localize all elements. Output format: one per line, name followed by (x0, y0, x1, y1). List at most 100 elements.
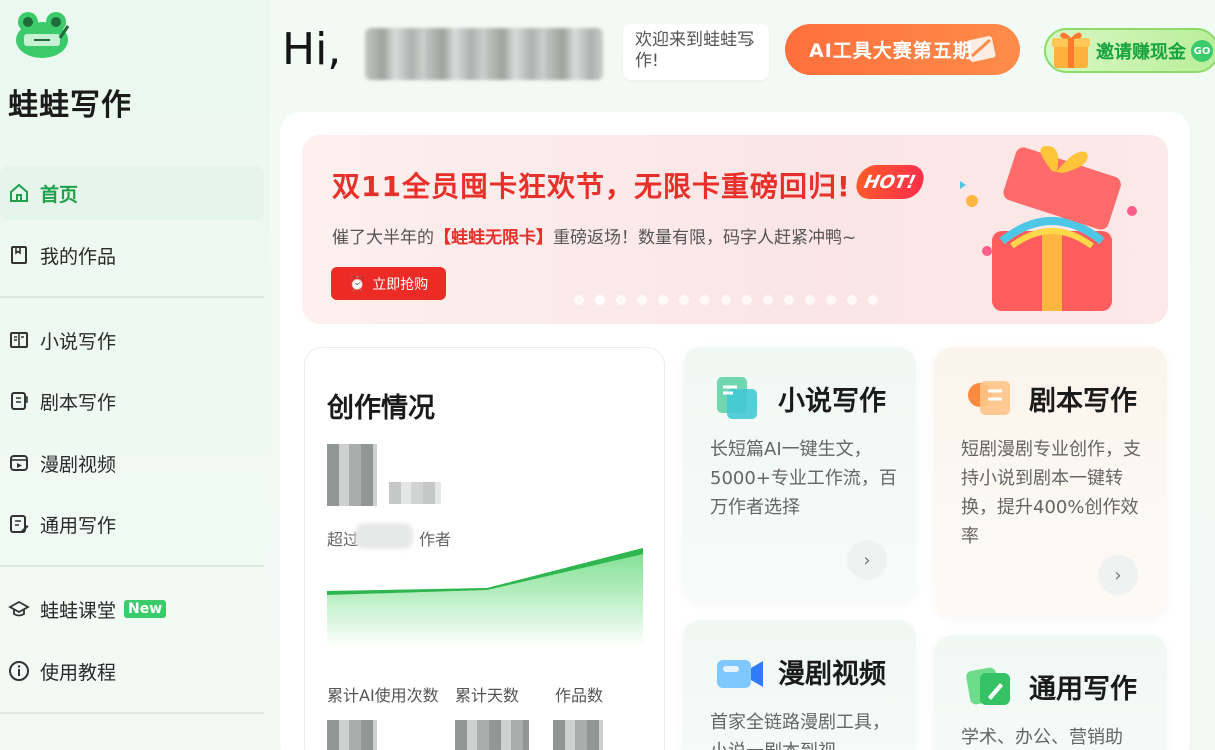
invite-label: 邀请赚现金 (1096, 41, 1186, 63)
hot-badge: HOT! (853, 165, 927, 199)
script-icon (8, 390, 30, 412)
sidebar-item-general[interactable]: 通用写作 (0, 497, 264, 551)
invite-cash-button[interactable]: 邀请赚现金 GO (1044, 28, 1215, 73)
stat-label-ai-usage: 累计AI使用次数 (327, 686, 439, 705)
sidebar-item-label: 小说写作 (40, 330, 117, 353)
pencil-ribbon-icon (966, 36, 996, 62)
pixelated-number (455, 720, 529, 750)
go-badge: GO (1191, 40, 1213, 62)
gift-box-illustration-icon (960, 146, 1137, 311)
chevron-right-icon: › (748, 32, 755, 52)
sidebar-item-label: 漫剧视频 (40, 453, 117, 476)
book-icon (8, 244, 30, 266)
stat-labels: 累计AI使用次数 累计天数 作品数 (327, 682, 647, 706)
sidebar-item-script[interactable]: 剧本写作 (0, 374, 264, 428)
sidebar-item-my-works[interactable]: 我的作品 (0, 228, 264, 282)
pixelated-number (327, 720, 377, 750)
surpass-suffix: 作者 (419, 530, 452, 549)
feature-desc: 长短篇AI一键生文，5000+专业工作流，百万作者选择 (710, 439, 897, 518)
carousel-dot[interactable] (784, 295, 794, 305)
banner-subtitle-highlight: 【蛙蛙无限卡】 (434, 228, 553, 248)
ai-contest-button[interactable]: AI工具大赛第五期 (785, 24, 1020, 75)
stats-title: 创作情况 (327, 393, 435, 424)
pixelated-number (327, 444, 377, 506)
sidebar-item-label: 首页 (40, 183, 79, 206)
carousel-dot[interactable] (721, 295, 731, 305)
sidebar-item-label: 通用写作 (40, 514, 117, 537)
feature-title: 剧本写作 (1029, 386, 1137, 417)
buy-now-label: 立即抢购 (372, 276, 429, 293)
sidebar-item-label: 蛙蛙课堂 (40, 599, 117, 622)
frog-logo-icon[interactable] (12, 8, 72, 60)
sidebar-item-video[interactable]: 漫剧视频 (0, 436, 264, 490)
feature-card-general[interactable]: 通用写作 学术、办公、营销助 (934, 635, 1167, 750)
script-clipboard-icon (968, 381, 1010, 415)
feature-card-novel[interactable]: 小说写作 长短篇AI一键生文，5000+专业工作流，百万作者选择 › (683, 347, 916, 602)
chevron-right-icon[interactable]: › (1098, 555, 1138, 595)
carousel-dot[interactable] (679, 295, 689, 305)
sidebar: 蛙蛙写作 首页 我的作品 小说写作 剧本写作 漫剧视频 通用写作 蛙蛙课堂 Ne… (0, 0, 270, 750)
greeting-text: Hi, (282, 24, 342, 75)
buy-now-button[interactable]: ⏰ 立即抢购 (331, 267, 446, 300)
feature-title: 通用写作 (1029, 674, 1137, 705)
carousel-dot[interactable] (658, 295, 668, 305)
pixelated-unit (389, 482, 441, 504)
banner-title: 双11全员囤卡狂欢节，无限卡重磅回归! (332, 170, 851, 203)
carousel-dot[interactable] (574, 295, 584, 305)
brand-name: 蛙蛙写作 (8, 88, 132, 123)
info-icon (8, 660, 30, 682)
open-book-icon (8, 329, 30, 351)
sidebar-item-novel[interactable]: 小说写作 (0, 313, 264, 367)
nav-divider (0, 712, 264, 714)
banner-subtitle-suffix: 重磅返场！数量有限，码字人赶紧冲鸭~ (553, 228, 857, 248)
nav-divider (0, 296, 264, 298)
growth-area-chart (327, 548, 643, 648)
sidebar-item-tutorial[interactable]: 使用教程 (0, 644, 264, 698)
video-icon (8, 452, 30, 474)
feature-desc: 短剧漫剧专业创作，支持小说到剧本一键转换，提升400%创作效率 (961, 439, 1141, 547)
sidebar-item-label: 使用教程 (40, 661, 117, 684)
feature-title: 漫剧视频 (778, 659, 886, 690)
welcome-text: 欢迎来到蛙蛙写作! (635, 30, 754, 71)
feature-card-script[interactable]: 剧本写作 短剧漫剧专业创作，支持小说到剧本一键转换，提升400%创作效率 › (934, 347, 1167, 617)
pixelated-number (553, 720, 603, 750)
novel-doc-icon (717, 377, 757, 419)
carousel-dot[interactable] (616, 295, 626, 305)
edit-doc-icon (8, 513, 30, 535)
carousel-dot[interactable] (868, 295, 878, 305)
banner-subtitle: 催了大半年的【蛙蛙无限卡】重磅返场！数量有限，码字人赶紧冲鸭~ (332, 223, 856, 248)
pen-card-icon (966, 667, 1010, 705)
feature-desc: 首家全链路漫剧工具，小说一剧本到视 (710, 712, 890, 750)
feature-card-video[interactable]: 漫剧视频 首家全链路漫剧工具，小说一剧本到视 (683, 620, 916, 750)
carousel-dot[interactable] (805, 295, 815, 305)
stat-label-works: 作品数 (555, 686, 604, 705)
carousel-dot[interactable] (847, 295, 857, 305)
graduation-cap-icon (8, 598, 30, 620)
carousel-dot[interactable] (826, 295, 836, 305)
carousel-dot[interactable] (742, 295, 752, 305)
sidebar-item-label: 剧本写作 (40, 391, 117, 414)
gift-icon (1052, 32, 1090, 68)
nav-divider (0, 565, 264, 567)
promo-banner[interactable]: 双11全员囤卡狂欢节，无限卡重磅回归! HOT! 催了大半年的【蛙蛙无限卡】重磅… (302, 135, 1168, 324)
carousel-dot[interactable] (595, 295, 605, 305)
home-icon (8, 182, 30, 204)
stats-card: 创作情况 超过 作者 累计AI使用次数 累计天数 作品数 (304, 347, 665, 750)
sidebar-item-label: 我的作品 (40, 245, 117, 268)
ai-contest-label: AI工具大赛第五期 (809, 40, 973, 62)
banner-subtitle-prefix: 催了大半年的 (332, 228, 434, 248)
carousel-dot[interactable] (700, 295, 710, 305)
carousel-dot[interactable] (763, 295, 773, 305)
feature-desc: 学术、办公、营销助 (961, 727, 1123, 748)
blurred-percent (355, 523, 413, 549)
alarm-clock-icon: ⏰ (348, 275, 367, 292)
feature-title: 小说写作 (778, 386, 886, 417)
carousel-dot[interactable] (637, 295, 647, 305)
chevron-right-icon[interactable]: › (847, 540, 887, 580)
stat-label-days: 累计天数 (455, 686, 520, 705)
sidebar-item-classroom[interactable]: 蛙蛙课堂 New (0, 582, 264, 636)
welcome-bubble[interactable]: 欢迎来到蛙蛙写作! › (623, 24, 769, 80)
blurred-username (365, 28, 603, 80)
sidebar-item-home[interactable]: 首页 (0, 166, 264, 220)
carousel-dots (574, 295, 878, 305)
